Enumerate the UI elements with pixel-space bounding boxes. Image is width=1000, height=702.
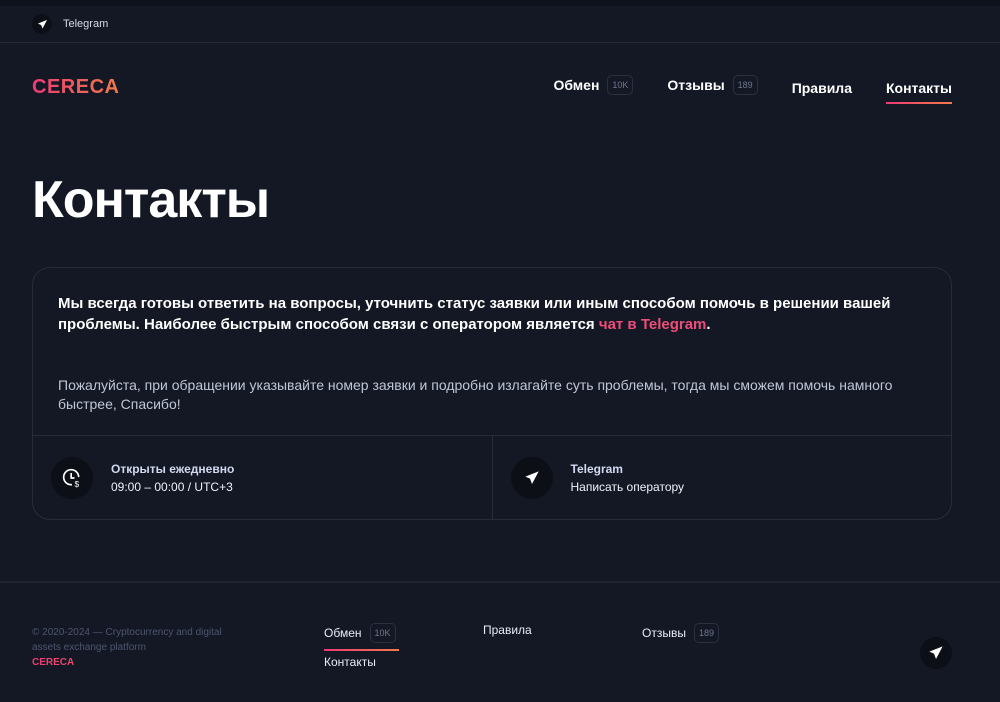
footer-link-exchange[interactable]: Обмен 10K xyxy=(324,623,399,651)
nav-rules[interactable]: Правила xyxy=(792,80,852,96)
nav-badge: 189 xyxy=(732,75,758,95)
footer: © 2020-2024 — Cryptocurrency and digital… xyxy=(0,581,1000,702)
top-bar: Telegram xyxy=(0,6,1000,43)
intro-end: . xyxy=(706,316,711,333)
intro-text: Мы всегда готовы ответить на вопросы, ут… xyxy=(58,293,928,335)
nav-label: Отзывы xyxy=(667,77,725,93)
footer-badge: 189 xyxy=(693,623,719,643)
telegram-link[interactable]: Telegram xyxy=(63,18,108,30)
footer-link-label: Отзывы xyxy=(642,626,686,640)
hours-value: 09:00 – 00:00 / UTC+3 xyxy=(111,480,233,494)
footer-badge: 10K xyxy=(369,623,396,643)
footer-link-reviews[interactable]: Отзывы 189 xyxy=(642,623,719,643)
nav-badge: 10K xyxy=(607,75,634,95)
contact-row: $ Открыты ежедневно 09:00 – 00:00 / UTC+3… xyxy=(33,435,951,520)
footer-link-contacts[interactable]: Контакты xyxy=(324,655,376,669)
intro-body: Мы всегда готовы ответить на вопросы, ут… xyxy=(58,295,891,333)
note-text: Пожалуйста, при обращении указывайте ном… xyxy=(58,377,893,412)
hours-cell: $ Открыты ежедневно 09:00 – 00:00 / UTC+3 xyxy=(33,436,492,520)
telegram-write-operator[interactable]: Написать оператору xyxy=(571,480,685,494)
page-title: Контакты xyxy=(32,171,270,229)
telegram-icon[interactable] xyxy=(32,14,52,34)
footer-link-rules[interactable]: Правила xyxy=(483,623,532,637)
telegram-float-button[interactable] xyxy=(920,637,952,669)
hours-title: Открыты ежедневно xyxy=(111,462,235,476)
telegram-cell[interactable]: Telegram Написать оператору xyxy=(491,436,952,520)
telegram-title: Telegram xyxy=(570,462,623,476)
footer-link-label: Обмен xyxy=(324,626,362,640)
copyright: © 2020-2024 — Cryptocurrency and digital… xyxy=(32,625,232,670)
telegram-chat-link[interactable]: чат в Telegram xyxy=(599,316,707,333)
clock-icon: $ xyxy=(51,457,93,499)
logo[interactable]: CERECA xyxy=(32,76,119,99)
telegram-icon xyxy=(929,646,943,659)
main-nav: Обмен 10K Отзывы 189 Правила Контакты xyxy=(553,74,953,104)
footer-logo[interactable]: CERECA xyxy=(32,655,232,670)
contacts-card: Мы всегда готовы ответить на вопросы, ут… xyxy=(32,267,952,520)
nav-contacts[interactable]: Контакты xyxy=(885,80,953,104)
svg-text:$: $ xyxy=(75,479,80,488)
copyright-text: © 2020-2024 — Cryptocurrency and digital… xyxy=(32,627,222,653)
nav-exchange[interactable]: Обмен 10K xyxy=(553,75,634,95)
telegram-icon xyxy=(510,457,553,499)
nav-reviews[interactable]: Отзывы 189 xyxy=(667,75,758,95)
nav-label: Обмен xyxy=(553,77,600,93)
